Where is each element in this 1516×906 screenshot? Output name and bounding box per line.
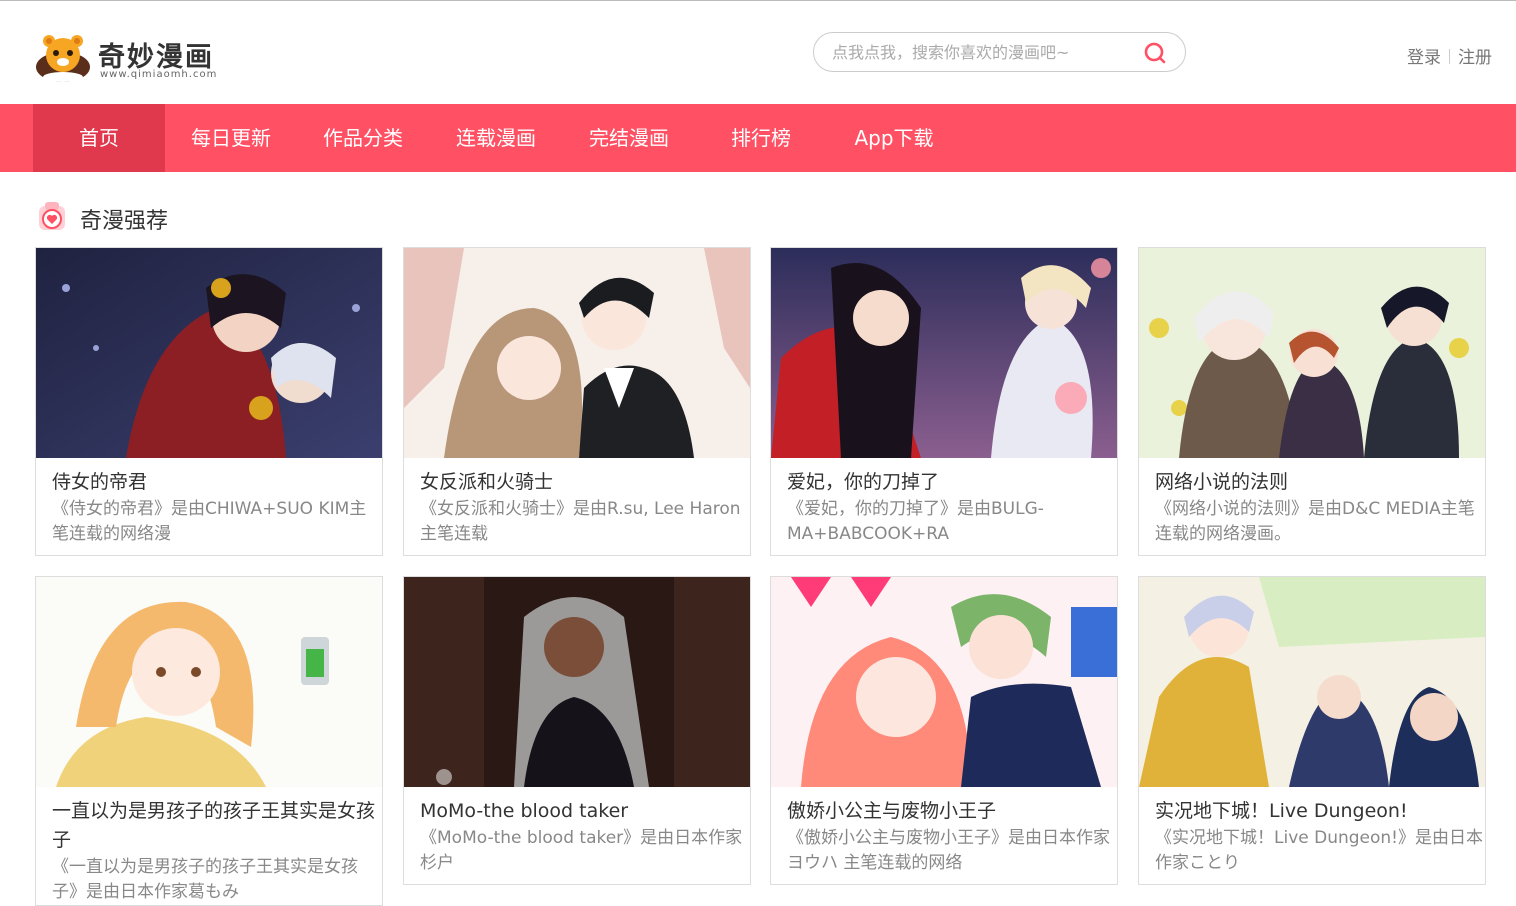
cover-image [771, 248, 1117, 458]
comic-card[interactable]: 爱妃，你的刀掉了 《爱妃，你的刀掉了》是由BULG-MA+BABCOOK+RA [770, 247, 1118, 556]
comic-card[interactable]: 傲娇小公主与废物小王子 《傲娇小公主与废物小王子》是由日本作家ヨウハ 主笔连载的… [770, 576, 1118, 885]
comic-title[interactable]: 一直以为是男孩子的孩子王其实是女孩子 [52, 797, 378, 855]
comic-title[interactable]: 网络小说的法则 [1155, 468, 1481, 497]
comic-description: 《实况地下城！Live Dungeon!》是由日本作家ことり [1155, 828, 1483, 873]
comic-cover[interactable] [404, 577, 750, 787]
comic-description: 《爱妃，你的刀掉了》是由BULG-MA+BABCOOK+RA [787, 499, 1044, 544]
cover-image [36, 577, 382, 787]
comic-cover[interactable] [771, 248, 1117, 458]
comic-cover[interactable] [404, 248, 750, 458]
comic-card[interactable]: 女反派和火骑士 《女反派和火骑士》是由R.su, Lee Haron主笔连载 [403, 247, 751, 556]
comic-card[interactable]: 一直以为是男孩子的孩子王其实是女孩子 《一直以为是男孩子的孩子王其实是女孩子》是… [35, 576, 383, 906]
comic-cover[interactable] [36, 577, 382, 787]
auth-links: 登录 注册 [1407, 43, 1492, 68]
nav-item-app-download[interactable]: App下载 [827, 104, 961, 172]
cover-image [36, 248, 382, 458]
logo-url: www.qimiaomh.com [100, 69, 218, 80]
comic-description: 《侍女的帝君》是由CHIWA+SUO KIM主笔连载的网络漫 [52, 499, 367, 544]
comic-cover[interactable] [771, 577, 1117, 787]
comic-title[interactable]: 爱妃，你的刀掉了 [787, 468, 1113, 497]
comic-cover[interactable] [1139, 248, 1485, 458]
comic-card[interactable]: 实况地下城！Live Dungeon! 《实况地下城！Live Dungeon!… [1138, 576, 1486, 885]
mascot-logo-icon [36, 35, 90, 82]
comic-title[interactable]: MoMo-the blood taker [420, 797, 746, 826]
comic-cover[interactable] [36, 248, 382, 458]
cover-image [1139, 248, 1485, 458]
heart-badge-icon [39, 202, 65, 230]
comic-title[interactable]: 侍女的帝君 [52, 468, 378, 497]
comic-card[interactable]: 侍女的帝君 《侍女的帝君》是由CHIWA+SUO KIM主笔连载的网络漫 [35, 247, 383, 556]
comic-description: 《网络小说的法则》是由D&C MEDIA主笔连载的网络漫画。 [1155, 499, 1475, 544]
nav-item-home[interactable]: 首页 [33, 104, 165, 172]
search-input[interactable] [832, 40, 1132, 64]
comic-card[interactable]: MoMo-the blood taker 《MoMo-the blood tak… [403, 576, 751, 885]
site-logo[interactable]: 奇妙漫画 www.qimiaomh.com [34, 31, 234, 87]
comic-title[interactable]: 傲娇小公主与废物小王子 [787, 797, 1113, 826]
comic-card[interactable]: 网络小说的法则 《网络小说的法则》是由D&C MEDIA主笔连载的网络漫画。 [1138, 247, 1486, 556]
nav-item-ongoing[interactable]: 连载漫画 [429, 104, 563, 172]
nav-item-completed[interactable]: 完结漫画 [563, 104, 695, 172]
login-link[interactable]: 登录 [1407, 48, 1441, 68]
auth-divider [1449, 49, 1450, 64]
main-nav: 首页 每日更新 作品分类 连载漫画 完结漫画 排行榜 App下载 [0, 104, 1516, 172]
search-icon[interactable] [1143, 41, 1167, 65]
site-header: 奇妙漫画 www.qimiaomh.com 登录注册 [0, 1, 1516, 104]
register-link[interactable]: 注册 [1458, 48, 1492, 68]
comic-description: 《女反派和火骑士》是由R.su, Lee Haron主笔连载 [420, 499, 741, 544]
nav-item-categories[interactable]: 作品分类 [297, 104, 429, 172]
comic-description: 《一直以为是男孩子的孩子王其实是女孩子》是由日本作家葛もみ [52, 857, 358, 902]
comic-description: 《MoMo-the blood taker》是由日本作家杉户 [420, 828, 743, 873]
nav-item-daily-update[interactable]: 每日更新 [165, 104, 297, 172]
search-box [813, 32, 1186, 72]
cover-image [1139, 577, 1485, 787]
comic-title[interactable]: 实况地下城！Live Dungeon! [1155, 797, 1481, 826]
comic-description: 《傲娇小公主与废物小王子》是由日本作家ヨウハ 主笔连载的网络 [787, 828, 1110, 873]
cover-image [404, 577, 750, 787]
nav-item-rankings[interactable]: 排行榜 [695, 104, 827, 172]
comic-title[interactable]: 女反派和火骑士 [420, 468, 746, 497]
cover-image [771, 577, 1117, 787]
section-title: 奇漫强荐 [80, 209, 169, 234]
comic-cover[interactable] [1139, 577, 1485, 787]
cover-image [404, 248, 750, 458]
